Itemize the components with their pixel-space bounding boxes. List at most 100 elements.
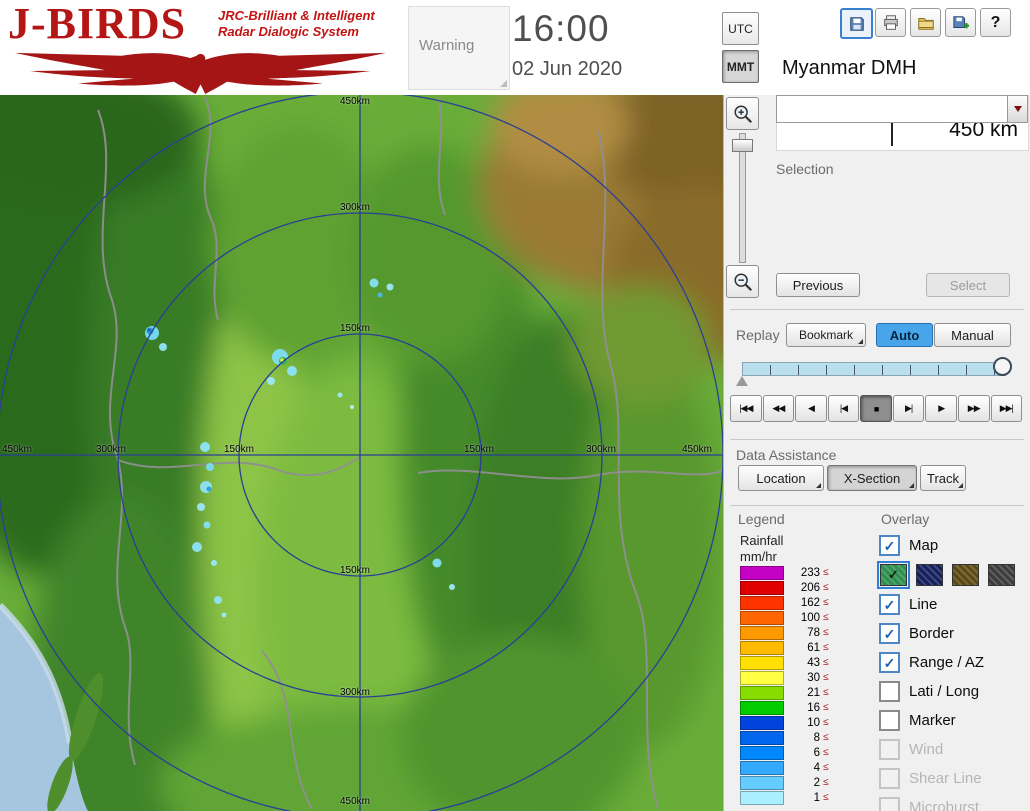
overlay-label: Shear Line	[909, 770, 982, 787]
legend-threshold-link[interactable]: ≤	[823, 612, 829, 623]
print-icon	[883, 14, 898, 30]
overlay-item[interactable]: Microburst	[879, 793, 1029, 811]
auto-button[interactable]: Auto	[876, 323, 933, 347]
legend-row: 1 ≤	[740, 790, 829, 805]
legend-row: 8 ≤	[740, 730, 829, 745]
transport-button[interactable]: ▶▶	[957, 395, 990, 422]
legend-threshold-link[interactable]: ≤	[823, 642, 829, 653]
legend-color-swatch	[740, 700, 784, 715]
data-assistance-button[interactable]: Track	[920, 465, 967, 491]
legend-threshold-link[interactable]: ≤	[823, 597, 829, 608]
dropdown-arrow-icon	[1013, 106, 1022, 112]
help-button[interactable]: ?	[980, 8, 1011, 37]
map-style-swatch[interactable]	[952, 564, 979, 586]
checkbox-icon[interactable]	[879, 681, 900, 702]
checkbox-icon[interactable]	[879, 739, 900, 760]
legend-threshold-link[interactable]: ≤	[823, 777, 829, 788]
legend-threshold-link[interactable]: ≤	[823, 792, 829, 803]
checkbox-icon[interactable]	[879, 797, 900, 811]
zoom-in-button[interactable]	[726, 97, 759, 130]
checkbox-icon[interactable]	[879, 535, 900, 556]
overlay-list: Map Line	[877, 531, 1029, 811]
replay-timeline-track[interactable]	[742, 362, 1006, 376]
bookmark-button[interactable]: Bookmark	[786, 323, 866, 347]
print-button[interactable]	[875, 8, 906, 37]
checkbox-icon[interactable]	[879, 623, 900, 644]
import-icon	[952, 15, 969, 28]
logo-tagline-1: JRC-Brilliant & Intelligent	[218, 8, 375, 23]
timeline-start-marker-icon[interactable]	[736, 376, 748, 386]
overlay-item[interactable]: Marker	[879, 706, 1029, 735]
legend-threshold-link[interactable]: ≤	[823, 582, 829, 593]
legend-threshold-link[interactable]: ≤	[823, 732, 829, 743]
legend-value: 10	[807, 716, 820, 729]
transport-button[interactable]: ▶|	[892, 395, 925, 422]
range-ring-label: 300km	[586, 444, 617, 455]
selection-dropdown[interactable]	[776, 95, 1028, 123]
checkbox-icon[interactable]	[879, 768, 900, 789]
transport-button[interactable]: ■	[860, 395, 892, 422]
legend-threshold-link[interactable]: ≤	[823, 672, 829, 683]
checkbox-icon[interactable]	[879, 594, 900, 615]
map-style-swatch[interactable]	[916, 564, 943, 586]
legend-color-swatch	[740, 655, 784, 670]
legend-color-swatch	[740, 625, 784, 640]
manual-button[interactable]: Manual	[934, 323, 1011, 347]
mmt-button[interactable]: MMT	[722, 50, 759, 83]
legend-color-swatch	[740, 790, 784, 805]
transport-button[interactable]: |◀◀	[730, 395, 762, 422]
legend-threshold-link[interactable]: ≤	[823, 747, 829, 758]
save-button[interactable]	[840, 8, 873, 39]
map-style-swatch[interactable]	[877, 561, 910, 589]
overlay-item[interactable]: Lati / Long	[879, 677, 1029, 706]
legend-row: 206 ≤	[740, 580, 829, 595]
transport-button[interactable]: ▶▶|	[990, 395, 1023, 422]
warning-label: Warning	[419, 37, 475, 54]
legend-threshold-link[interactable]: ≤	[823, 762, 829, 773]
transport-button[interactable]: ◀◀	[762, 395, 795, 422]
legend-threshold-link[interactable]: ≤	[823, 657, 829, 668]
radar-map[interactable]: 450km 300km 150km 150km 300km 450km 450k…	[0, 95, 723, 811]
transport-button[interactable]: ▶	[925, 395, 957, 422]
legend-threshold-link[interactable]: ≤	[823, 702, 829, 713]
legend-threshold-link[interactable]: ≤	[823, 567, 829, 578]
overlay-label: Wind	[909, 741, 944, 758]
checkbox-icon[interactable]	[879, 652, 900, 673]
clock-date: 02 Jun 2020	[512, 58, 623, 80]
warning-panel[interactable]: Warning	[408, 6, 510, 90]
legend-threshold-link[interactable]: ≤	[823, 627, 829, 638]
select-button[interactable]: Select	[926, 273, 1010, 297]
legend-value: 162	[800, 596, 820, 609]
previous-button[interactable]: Previous	[776, 273, 860, 297]
import-button[interactable]	[945, 8, 976, 37]
transport-button[interactable]: ◀	[795, 395, 827, 422]
open-folder-button[interactable]	[910, 8, 941, 37]
zoom-slider-track[interactable]	[739, 133, 746, 263]
replay-timeline-handle[interactable]	[993, 357, 1012, 376]
overlay-item[interactable]: Line	[879, 590, 1029, 619]
zoom-slider-thumb[interactable]	[732, 139, 753, 152]
zoom-out-icon	[733, 272, 752, 291]
overlay-item[interactable]: Wind	[879, 735, 1029, 764]
legend-title: Legend	[738, 511, 785, 527]
clock-time: 16:00	[512, 8, 610, 49]
checkbox-icon[interactable]	[879, 710, 900, 731]
data-assistance-button[interactable]: Location	[738, 465, 824, 491]
legend-value: 78	[807, 626, 820, 639]
data-assistance-button[interactable]: X-Section	[827, 465, 917, 491]
overlay-item[interactable]: Border	[879, 619, 1029, 648]
overlay-item[interactable]: Range / AZ	[879, 648, 1029, 677]
utc-button[interactable]: UTC	[722, 12, 759, 45]
zoom-out-button[interactable]	[726, 265, 759, 298]
overlay-item-map[interactable]: Map	[879, 531, 1029, 560]
range-ring-label: 450km	[340, 796, 371, 807]
transport-button[interactable]: |◀	[827, 395, 860, 422]
legend-threshold-link[interactable]: ≤	[823, 687, 829, 698]
dropdown-arrow-button[interactable]	[1007, 96, 1027, 122]
legend-threshold-link[interactable]: ≤	[823, 717, 829, 728]
legend-row: 233 ≤	[740, 565, 829, 580]
map-style-swatch[interactable]	[988, 564, 1015, 586]
overlay-item[interactable]: Shear Line	[879, 764, 1029, 793]
resize-grip-icon[interactable]	[500, 80, 507, 87]
legend-row: 6 ≤	[740, 745, 829, 760]
